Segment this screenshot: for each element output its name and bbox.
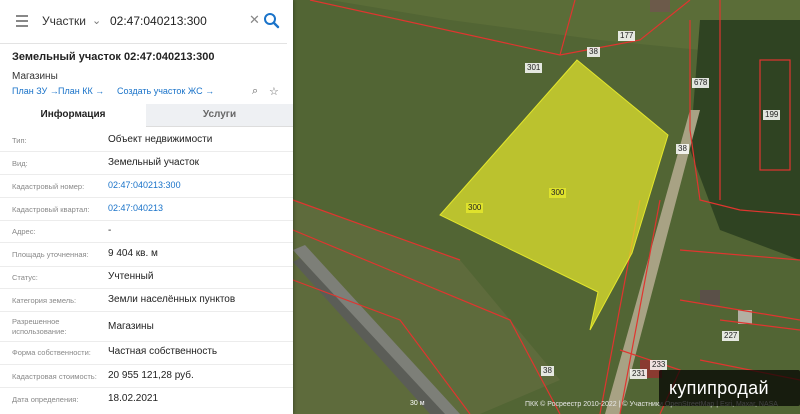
- search-map-icon[interactable]: ⌕: [252, 85, 258, 98]
- info-key: Форма собственности:: [12, 348, 91, 357]
- layer-select[interactable]: Участки: [42, 14, 86, 28]
- info-row: Разрешенное использование: Магазины: [0, 311, 293, 342]
- clear-icon[interactable]: ✕: [249, 12, 260, 28]
- map-scale: 30 м: [410, 400, 425, 407]
- info-key: Категория земель:: [12, 296, 77, 305]
- info-value: 9 404 кв. м: [108, 248, 158, 259]
- search-button[interactable]: [262, 8, 282, 34]
- parcel-label: 678: [692, 78, 710, 88]
- parcel-label: 300: [466, 203, 484, 213]
- info-row: Площадь уточненная: 9 404 кв. м: [0, 242, 293, 267]
- parcel-label: 38: [587, 47, 600, 57]
- info-value: Учтенный: [108, 271, 154, 282]
- info-value: 18.02.2021: [108, 393, 159, 404]
- info-row: Кадастровый квартал: 02:47:040213: [0, 197, 293, 221]
- info-key: Адрес:: [12, 227, 36, 236]
- tab-info[interactable]: Информация: [0, 104, 146, 128]
- tab-bar: Информация Услуги: [0, 104, 293, 128]
- create-parcel-link[interactable]: Создать участок ЖС →: [117, 86, 214, 96]
- info-key: Кадастровый номер:: [12, 182, 85, 191]
- parcel-label: 231: [630, 369, 648, 379]
- info-row: Вид: Земельный участок: [0, 151, 293, 175]
- info-value: Объект недвижимости: [108, 134, 213, 145]
- info-row: Категория земель: Земли населённых пункт…: [0, 288, 293, 312]
- parcel-label: 38: [676, 144, 689, 154]
- cadastral-number-link[interactable]: 02:47:040213:300: [108, 180, 181, 190]
- info-key: Тип:: [12, 136, 27, 145]
- info-key: Кадастровый квартал:: [12, 205, 90, 214]
- parcel-label: 38: [541, 366, 554, 376]
- cadastral-quarter-link[interactable]: 02:47:040213: [108, 203, 163, 213]
- info-row: Дата определения: 18.02.2021: [0, 387, 293, 414]
- parcel-label: 300: [549, 188, 567, 198]
- menu-icon[interactable]: [16, 15, 28, 27]
- watermark-text: купипродай: [669, 378, 769, 398]
- parcel-label: 227: [722, 331, 740, 341]
- info-value: -: [108, 225, 112, 236]
- parcel-label: 301: [525, 63, 543, 73]
- parcel-label: 233: [650, 360, 668, 370]
- info-row: Кадастровая стоимость: 20 955 121,28 руб…: [0, 364, 293, 388]
- info-row: Статус: Учтенный: [0, 266, 293, 289]
- info-value: Земельный участок: [108, 157, 200, 168]
- info-value: Частная собственность: [108, 346, 218, 357]
- star-icon[interactable]: ☆: [269, 85, 279, 98]
- watermark-logo: купипродай: [659, 370, 800, 406]
- info-row: Форма собственности: Частная собственнос…: [0, 341, 293, 365]
- chevron-down-icon[interactable]: ⌄: [92, 14, 101, 27]
- plan-zu-link[interactable]: План ЗУ →: [12, 86, 59, 96]
- info-key: Площадь уточненная:: [12, 250, 89, 259]
- info-row: Кадастровый номер: 02:47:040213:300: [0, 174, 293, 198]
- info-value: Магазины: [108, 321, 154, 332]
- parcel-title: Земельный участок 02:47:040213:300: [12, 51, 215, 63]
- info-panel: Участки ⌄ ✕ Земельный участок 02:47:0402…: [0, 0, 293, 414]
- plan-kk-link[interactable]: План КК →: [58, 86, 104, 96]
- info-key: Кадастровая стоимость:: [12, 372, 97, 381]
- search-icon: [264, 13, 280, 29]
- info-row: Тип: Объект недвижимости: [0, 128, 293, 152]
- search-input[interactable]: [110, 11, 240, 31]
- info-key: Вид:: [12, 159, 28, 168]
- parcel-usage: Магазины: [12, 71, 58, 82]
- search-bar: Участки ⌄ ✕: [0, 0, 287, 44]
- tab-services[interactable]: Услуги: [146, 104, 293, 126]
- parcel-label: 177: [618, 31, 636, 41]
- info-key: Дата определения:: [12, 395, 79, 404]
- info-row: Адрес: -: [0, 220, 293, 243]
- info-key: Статус:: [12, 273, 38, 282]
- info-value: 20 955 121,28 руб.: [108, 370, 194, 381]
- parcel-label: 199: [763, 110, 781, 120]
- info-value: Земли населённых пунктов: [108, 294, 236, 305]
- info-key: Разрешенное использование:: [12, 317, 67, 336]
